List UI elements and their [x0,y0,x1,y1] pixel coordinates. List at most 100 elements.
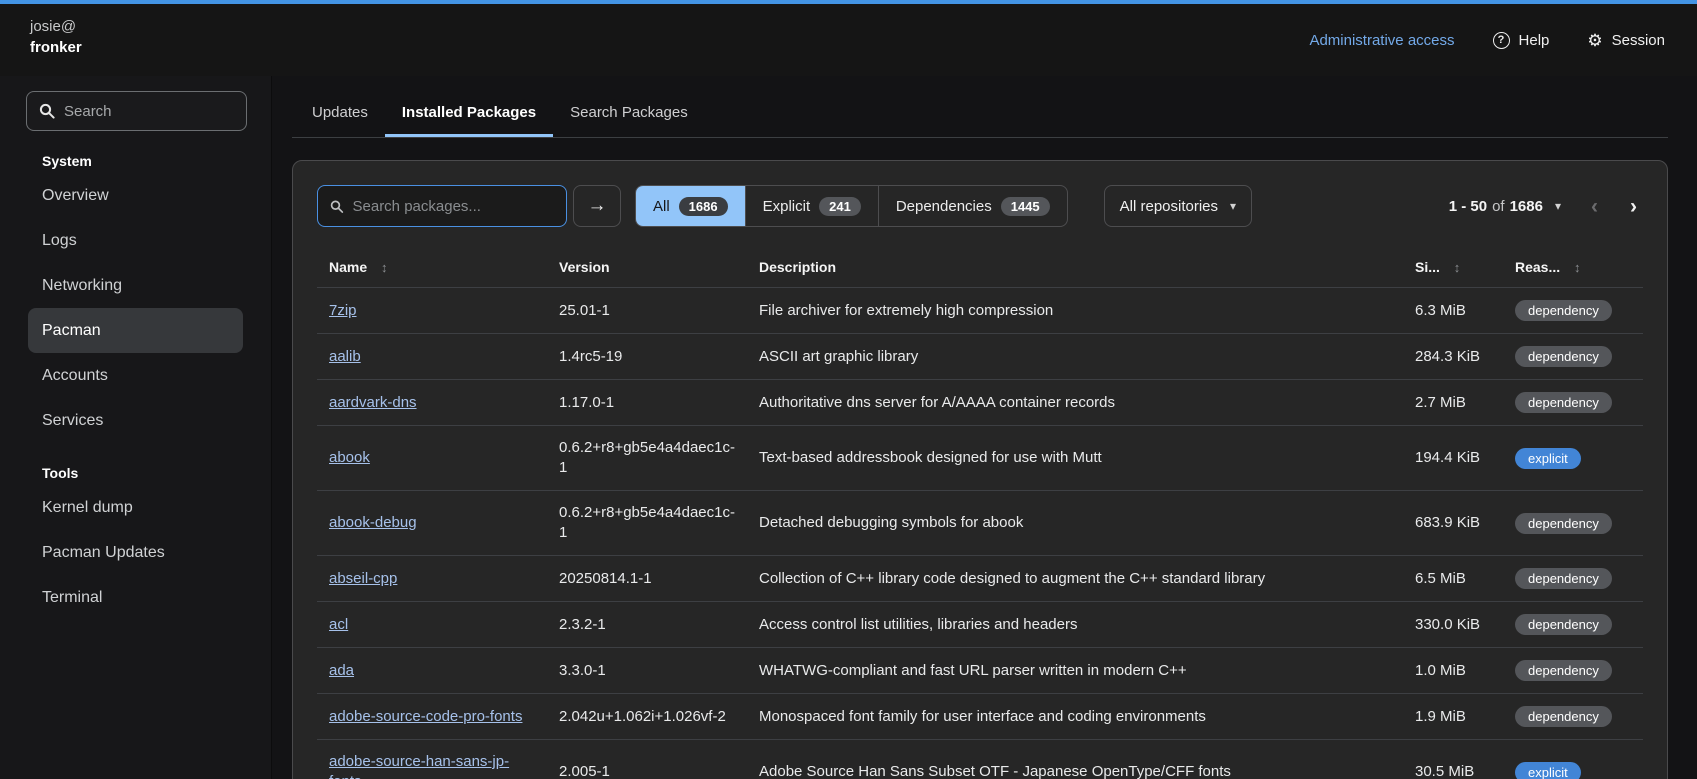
package-table-body: 7zip 25.01-1 File archiver for extremely… [317,288,1643,779]
sort-icon: ↕ [1454,260,1461,275]
package-name-link[interactable]: ada [329,662,354,679]
help-icon: ? [1493,32,1510,49]
package-version: 25.01-1 [547,288,747,334]
package-reason-badge: explicit [1515,762,1581,779]
column-header-name[interactable]: Name ↕ [317,247,547,288]
package-name-link[interactable]: 7zip [329,302,357,319]
help-label: Help [1519,32,1550,49]
session-menu[interactable]: ⚙ Session [1587,32,1665,49]
sidebar-item-services[interactable]: Services [0,398,271,443]
package-name-link[interactable]: abook-debug [329,514,417,531]
column-header-description: Description [747,247,1403,288]
sidebar-item-terminal[interactable]: Terminal [0,575,271,620]
sidebar-item-pacman[interactable]: Pacman [28,308,243,353]
package-search[interactable] [317,185,567,227]
sidebar-item-logs[interactable]: Logs [0,218,271,263]
sidebar-search[interactable] [26,91,247,131]
package-name-link[interactable]: adobe-source-han-sans-jp-fonts [329,753,509,779]
column-header-size[interactable]: Si... ↕ [1403,247,1503,288]
sort-icon: ↕ [381,260,388,275]
repositories-dropdown[interactable]: All repositories ▾ [1104,185,1252,227]
column-header-reason[interactable]: Reas... ↕ [1503,247,1643,288]
package-version: 2.042u+1.062i+1.026vf-2 [547,694,747,740]
package-row: adobe-source-code-pro-fonts 2.042u+1.062… [317,694,1643,740]
package-reason-badge: dependency [1515,392,1612,413]
nav-group-heading: System [0,153,271,173]
filter-toggle-group: All 1686 Explicit 241 Dependencies 1445 [635,185,1068,227]
package-version: 1.17.0-1 [547,380,747,426]
package-reason-badge: dependency [1515,660,1612,681]
tab-installed-packages[interactable]: Installed Packages [385,90,553,137]
pagination-range: 1 - 50 [1449,198,1487,215]
host-switcher[interactable]: josie@ fronker [0,4,82,76]
filter-label: Explicit [763,198,811,215]
package-version: 1.4rc5-19 [547,334,747,380]
packages-card: → All 1686 Explicit 241 Dependencies 14 [292,160,1668,779]
package-name-link[interactable]: aardvark-dns [329,394,417,411]
table-header-row: Name ↕ Version Description Si... [317,247,1643,288]
masthead-username: josie@ [30,17,82,37]
package-description: Text-based addressbook designed for use … [747,426,1403,491]
package-name-link[interactable]: abseil-cpp [329,570,397,587]
package-version: 20250814.1-1 [547,556,747,602]
package-name-link[interactable]: abook [329,449,370,466]
column-header-version: Version [547,247,747,288]
sidebar-item-networking[interactable]: Networking [0,263,271,308]
package-reason-badge: dependency [1515,706,1612,727]
package-row: aalib 1.4rc5-19 ASCII art graphic librar… [317,334,1643,380]
search-submit-button[interactable]: → [573,185,621,227]
package-name-link[interactable]: aalib [329,348,361,365]
package-size: 1.9 MiB [1403,694,1503,740]
package-search-input[interactable] [353,198,555,215]
masthead: josie@ fronker Administrative access ? H… [0,4,1697,76]
administrative-access-link[interactable]: Administrative access [1309,32,1454,49]
body-row: System Overview Logs Networking Pacman A… [0,76,1697,779]
next-page-button[interactable]: › [1630,196,1637,217]
help-menu[interactable]: ? Help [1493,32,1550,49]
filter-all[interactable]: All 1686 [636,186,746,226]
package-reason-badge: dependency [1515,513,1612,534]
search-icon [330,199,344,214]
package-row: acl 2.3.2-1 Access control list utilitie… [317,602,1643,648]
pagination-menu[interactable]: 1 - 50 of 1686 ▾ [1449,198,1561,215]
session-label: Session [1612,32,1665,49]
package-size: 30.5 MiB [1403,740,1503,779]
package-version: 0.6.2+r8+gb5e4a4daec1c-1 [547,426,747,491]
package-reason-badge: explicit [1515,448,1581,469]
filter-explicit[interactable]: Explicit 241 [746,186,879,226]
package-size: 6.3 MiB [1403,288,1503,334]
masthead-actions: Administrative access ? Help ⚙ Session [1309,4,1697,76]
package-name-link[interactable]: adobe-source-code-pro-fonts [329,708,522,725]
filter-dependencies[interactable]: Dependencies 1445 [879,186,1067,226]
package-size: 330.0 KiB [1403,602,1503,648]
package-size: 6.5 MiB [1403,556,1503,602]
nav-group-tools: Tools Kernel dump Pacman Updates Termina… [0,465,271,620]
masthead-hostname: fronker [30,37,82,58]
package-version: 2.005-1 [547,740,747,779]
package-name-link[interactable]: acl [329,616,348,633]
caret-down-icon: ▾ [1230,199,1236,213]
package-description: ASCII art graphic library [747,334,1403,380]
search-icon [39,103,55,119]
sidebar-item-accounts[interactable]: Accounts [0,353,271,398]
package-reason-badge: dependency [1515,346,1612,367]
sidebar-item-kernel-dump[interactable]: Kernel dump [0,485,271,530]
package-row: adobe-source-han-sans-jp-fonts 2.005-1 A… [317,740,1643,779]
app-window: josie@ fronker Administrative access ? H… [0,0,1697,779]
package-row: abook 0.6.2+r8+gb5e4a4daec1c-1 Text-base… [317,426,1643,491]
tab-search-packages[interactable]: Search Packages [553,90,705,137]
package-size: 284.3 KiB [1403,334,1503,380]
package-version: 2.3.2-1 [547,602,747,648]
package-description: WHATWG-compliant and fast URL parser wri… [747,648,1403,694]
previous-page-button[interactable]: ‹ [1591,196,1598,217]
sidebar-search-input[interactable] [64,103,234,120]
tab-updates[interactable]: Updates [295,90,385,137]
tabs: Updates Installed Packages Search Packag… [292,90,1668,138]
arrow-right-icon: → [588,195,607,216]
filter-count-badge: 241 [819,197,861,216]
filter-count-badge: 1686 [679,197,728,216]
sidebar-item-pacman-updates[interactable]: Pacman Updates [0,530,271,575]
sidebar-item-overview[interactable]: Overview [0,173,271,218]
package-row: ada 3.3.0-1 WHATWG-compliant and fast UR… [317,648,1643,694]
package-description: Collection of C++ library code designed … [747,556,1403,602]
